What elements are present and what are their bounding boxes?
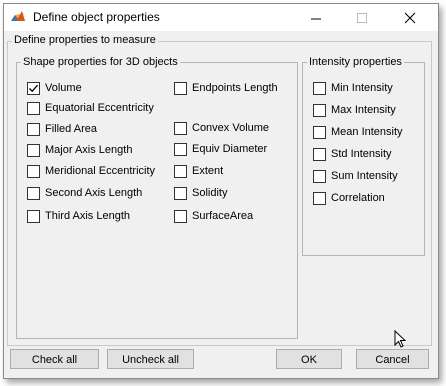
checkbox-box[interactable] <box>313 104 326 117</box>
checkbox-label: Third Axis Length <box>45 210 130 222</box>
checkbox-label: Endpoints Length <box>192 82 278 94</box>
checkbox-box[interactable] <box>27 144 40 157</box>
ok-label: OK <box>301 354 317 366</box>
checkbox-label: Major Axis Length <box>45 144 133 156</box>
intensity-properties-title: Intensity properties <box>307 56 404 69</box>
checkbox-label: Convex Volume <box>192 122 270 134</box>
measure-properties-title: Define properties to measure <box>12 34 158 47</box>
checkbox-label: Filled Area <box>45 123 97 135</box>
checkbox-box[interactable] <box>27 210 40 223</box>
maximize-icon <box>357 13 367 23</box>
checkbox-label: SurfaceArea <box>192 210 254 222</box>
checkbox-label: Extent <box>192 165 224 177</box>
checkbox-label: Equatorial Eccentricity <box>45 102 154 114</box>
shape-properties-group: Shape properties for 3D objects Volume Eq… <box>16 56 298 339</box>
checkbox-label: Max Intensity <box>331 104 396 116</box>
uncheck-all-button[interactable]: Uncheck all <box>107 349 194 369</box>
check-all-label: Check all <box>31 354 78 366</box>
checkbox-label: Mean Intensity <box>331 126 403 138</box>
shape-properties-title: Shape properties for 3D objects <box>21 56 180 69</box>
checkbox-box[interactable] <box>313 82 326 95</box>
checkbox-label: Sum Intensity <box>331 170 398 182</box>
checkbox-box[interactable] <box>27 82 40 95</box>
checkbox-box[interactable] <box>174 122 187 135</box>
window-title: Define object properties <box>33 10 160 24</box>
maximize-button[interactable] <box>345 4 379 31</box>
title-bar[interactable]: Define object properties <box>4 4 438 31</box>
close-button[interactable] <box>393 4 427 31</box>
checkbox-box[interactable] <box>313 126 326 139</box>
checkbox-label: Meridional Eccentricity <box>45 165 156 177</box>
ok-button[interactable]: OK <box>276 349 342 369</box>
checkbox-box[interactable] <box>174 165 187 178</box>
mouse-cursor-icon <box>394 329 408 353</box>
checkbox-box[interactable] <box>27 187 40 200</box>
checkbox-box[interactable] <box>174 82 187 95</box>
checkbox-label: Solidity <box>192 187 228 199</box>
checkbox-box[interactable] <box>27 102 40 115</box>
intensity-properties-group: Intensity properties Min Intensity Max In… <box>302 56 425 256</box>
checkbox-label: Volume <box>45 82 82 94</box>
checkmark-icon <box>29 84 38 93</box>
app-icon <box>10 9 26 25</box>
checkbox-box[interactable] <box>174 143 187 156</box>
close-icon <box>404 12 416 24</box>
cancel-button[interactable]: Cancel <box>356 349 429 369</box>
checkbox-label: Correlation <box>331 192 385 204</box>
checkbox-box[interactable] <box>313 148 326 161</box>
uncheck-all-label: Uncheck all <box>122 354 179 366</box>
checkbox-box[interactable] <box>174 187 187 200</box>
measure-properties-group: Define properties to measure Shape prope… <box>7 34 432 346</box>
checkbox-box[interactable] <box>27 123 40 136</box>
checkbox-label: Second Axis Length <box>45 187 143 199</box>
checkbox-label: Min Intensity <box>331 82 393 94</box>
checkbox-label: Std Intensity <box>331 148 392 160</box>
minimize-button[interactable] <box>299 4 333 31</box>
checkbox-box[interactable] <box>27 165 40 178</box>
check-all-button[interactable]: Check all <box>10 349 99 369</box>
cancel-label: Cancel <box>375 354 410 366</box>
checkbox-box[interactable] <box>313 192 326 205</box>
minimize-icon <box>311 18 321 20</box>
dialog-window: Define object properties Define properti… <box>3 3 439 379</box>
checkbox-label: Equiv Diameter <box>192 143 268 155</box>
checkbox-box[interactable] <box>174 210 187 223</box>
checkbox-box[interactable] <box>313 170 326 183</box>
